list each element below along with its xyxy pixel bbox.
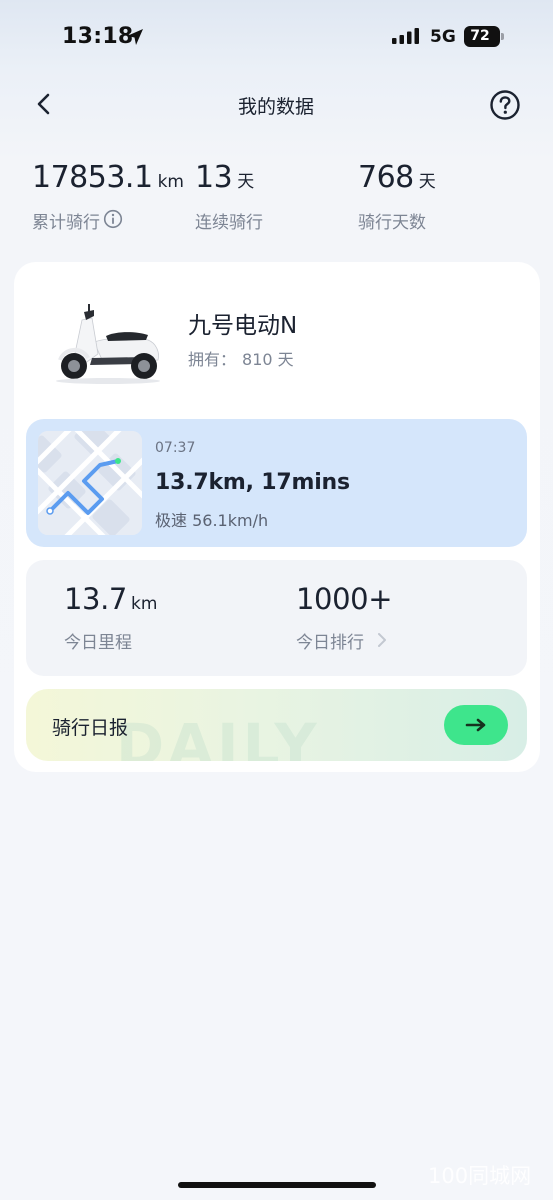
owned-value: 810 天 <box>242 350 294 369</box>
battery-level: 72 <box>470 28 490 44</box>
daily-report-button[interactable] <box>444 705 508 745</box>
status-time: 13:18 <box>62 24 134 49</box>
stat-label: 累计骑行 <box>32 213 100 233</box>
daily-report-label: 骑行日报 <box>52 717 129 739</box>
home-indicator[interactable] <box>178 1182 376 1188</box>
help-button[interactable] <box>489 89 521 121</box>
battery-cap <box>501 33 504 40</box>
back-button[interactable] <box>30 90 58 118</box>
signal-icon <box>392 28 419 44</box>
daily-report-card[interactable]: DAILY 骑行日报 <box>26 689 527 761</box>
stat-value: 17853.1 <box>32 160 153 195</box>
today-mileage: 13.7 km 今日里程 <box>64 582 158 653</box>
stat-label: 连续骑行 <box>195 213 263 233</box>
stat-unit: 天 <box>418 172 436 192</box>
daily-watermark: DAILY <box>116 711 321 761</box>
ride-summary: 13.7km, 17mins <box>155 470 350 495</box>
vehicle-owned: 拥有： 810 天 <box>188 346 294 370</box>
battery-icon: 72 <box>464 26 500 47</box>
today-mileage-label: 今日里程 <box>64 633 132 653</box>
today-stats-card: 13.7 km 今日里程 1000+ 今日排行 <box>26 560 527 676</box>
status-bar: 13:18 5G 72 <box>0 0 553 74</box>
stat-unit: 天 <box>237 172 255 192</box>
stat-label: 骑行天数 <box>358 213 426 233</box>
scooter-image[interactable] <box>44 302 164 384</box>
stat-value: 768 <box>358 160 414 195</box>
stat-value: 13 <box>195 160 233 195</box>
owned-label: 拥有： <box>188 350 237 369</box>
network-type: 5G <box>430 27 456 47</box>
ride-top-speed: 极速 56.1km/h <box>155 511 269 530</box>
today-mileage-unit: km <box>130 594 158 614</box>
location-arrow-icon <box>127 29 143 45</box>
stat-ride-days: 768 天 骑行天数 <box>358 160 436 233</box>
ride-record-card[interactable]: 07:37 13.7km, 17mins 极速 56.1km/h <box>26 419 527 547</box>
today-rank-value: 1000+ <box>296 582 393 616</box>
today-rank-label: 今日排行 <box>296 633 364 653</box>
vehicle-name[interactable]: 九号电动N <box>188 306 297 340</box>
vehicle-card: 九号电动N 拥有： 810 天 07:37 13.7km, 17mins 极速 … <box>14 262 540 772</box>
stat-unit: km <box>157 172 184 192</box>
site-watermark: 100同城网 <box>428 1164 532 1188</box>
route-map-thumbnail <box>38 431 142 535</box>
page-title: 我的数据 <box>237 96 314 118</box>
ride-time: 07:37 <box>155 440 196 456</box>
stat-total-distance: 17853.1 km 累计骑行 <box>32 160 184 233</box>
stat-streak: 13 天 连续骑行 <box>195 160 263 233</box>
today-rank[interactable]: 1000+ 今日排行 <box>296 582 393 653</box>
info-icon[interactable] <box>103 209 123 229</box>
arrow-right-icon <box>465 718 486 732</box>
chevron-right-icon <box>378 633 386 647</box>
today-mileage-value: 13.7 <box>64 582 127 616</box>
